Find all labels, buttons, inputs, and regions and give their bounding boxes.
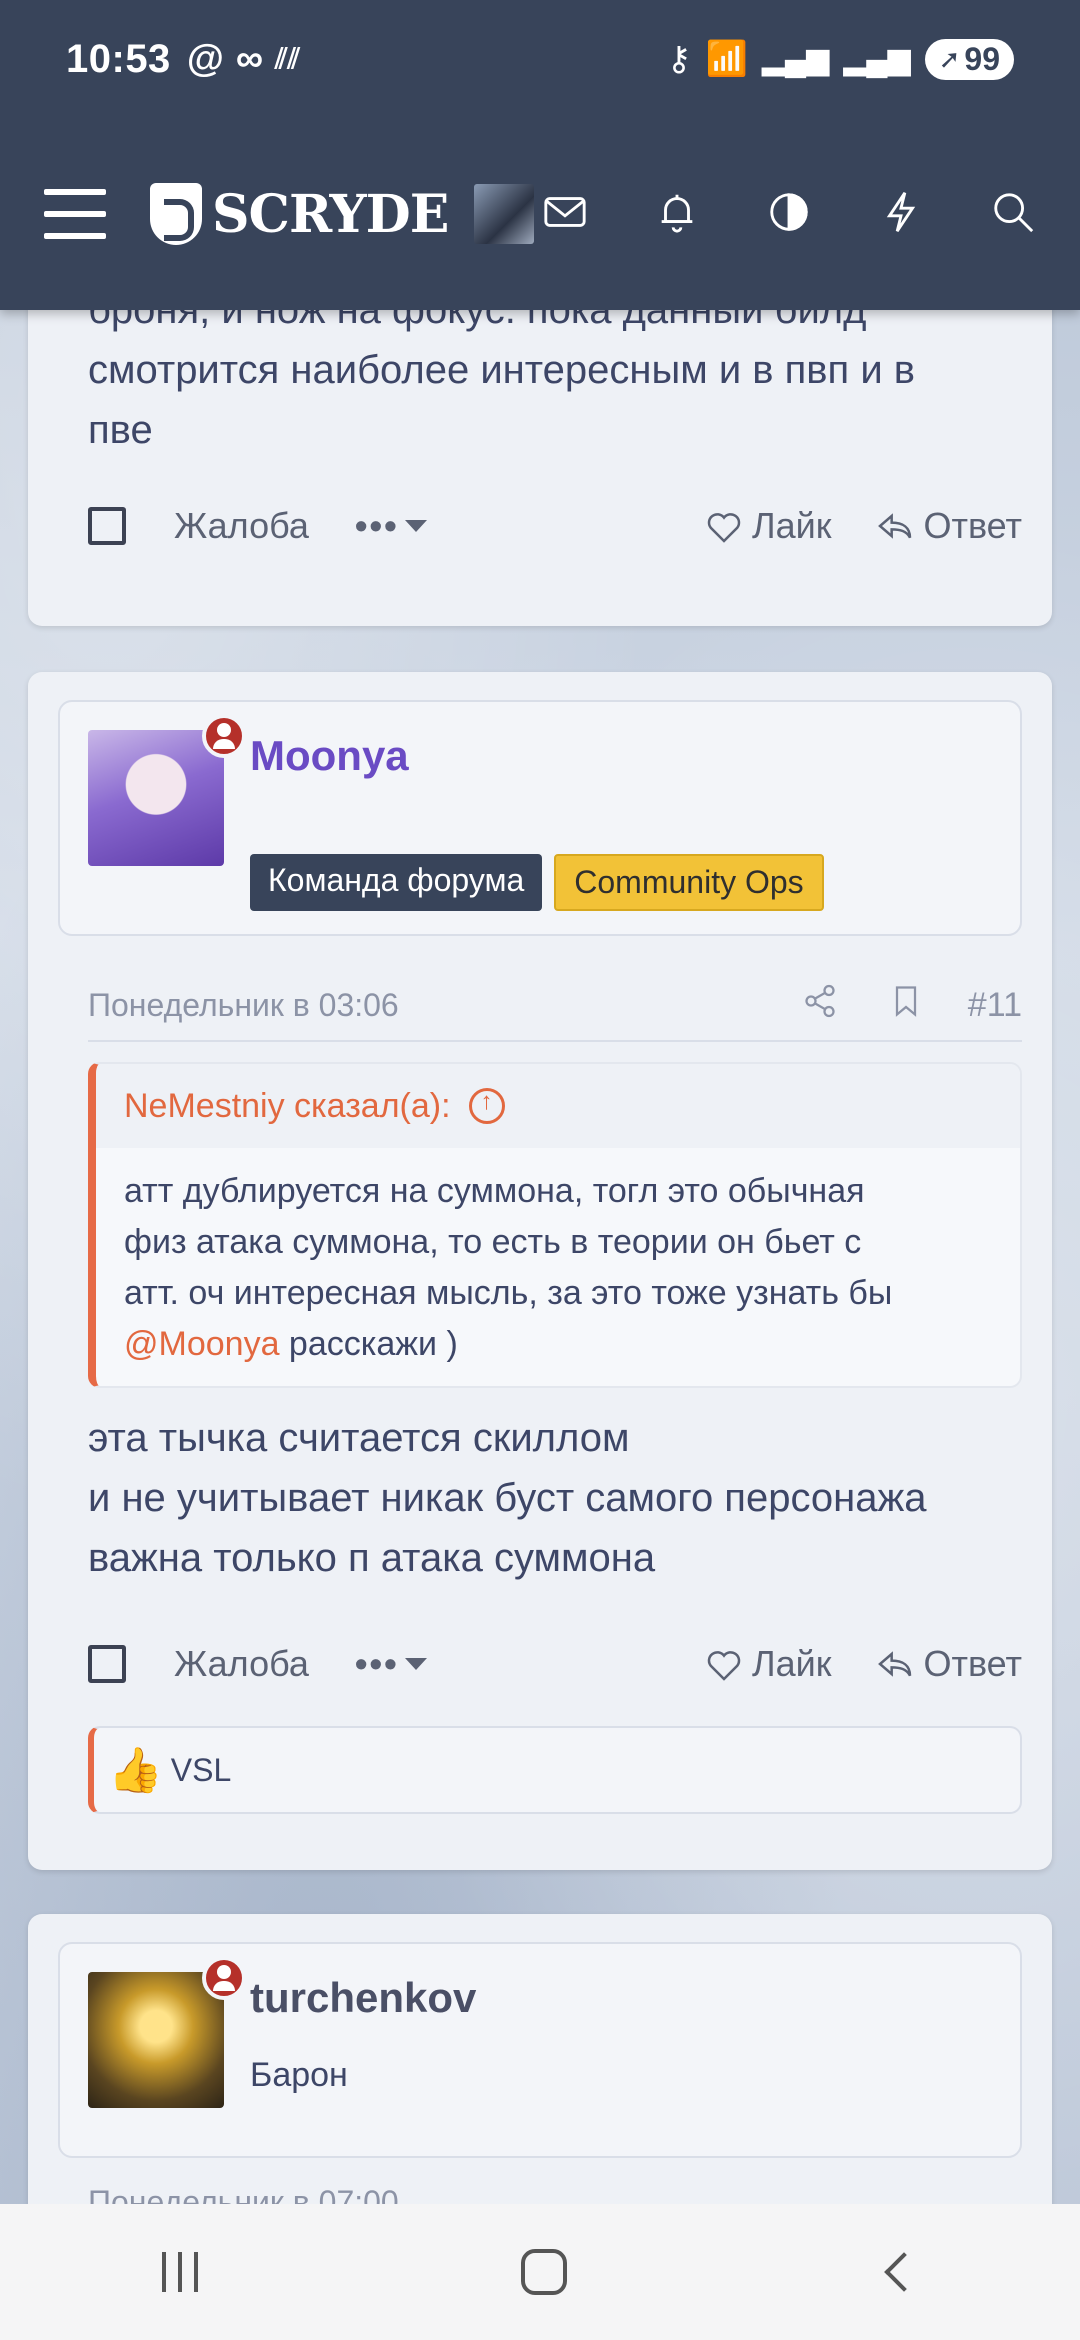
- at-icon: @: [186, 37, 224, 80]
- more-options-button[interactable]: •••: [355, 505, 427, 547]
- reply-button[interactable]: Ответ: [875, 1643, 1022, 1685]
- site-logo[interactable]: SCRYDE: [150, 183, 449, 245]
- username-link[interactable]: turchenkov: [250, 1974, 476, 2022]
- reply-icon: [878, 513, 912, 539]
- bell-icon[interactable]: [654, 189, 700, 240]
- reactions-bar[interactable]: 👍 VSL: [88, 1726, 1022, 1814]
- user-avatar-button[interactable]: [474, 184, 535, 244]
- user-info-block: turchenkov Барон: [58, 1942, 1022, 2158]
- home-icon[interactable]: [520, 2249, 567, 2295]
- post-number[interactable]: #11: [968, 986, 1022, 1025]
- recent-apps-icon[interactable]: [161, 2252, 198, 2292]
- logo-shield-icon: [150, 183, 202, 245]
- select-checkbox[interactable]: [88, 1645, 126, 1683]
- lightning-icon[interactable]: [878, 189, 924, 240]
- post-actions: Жалоба ••• Лайк Ответ: [88, 496, 1022, 556]
- reaction-user[interactable]: VSL: [171, 1752, 231, 1789]
- status-time: 10:53: [66, 36, 171, 81]
- post-message: эта тычка считается скиллом и не учитыва…: [88, 1416, 927, 1580]
- quote-block: NeMestniy сказал(а): атт дублируется на …: [88, 1062, 1022, 1388]
- user-badge-team: Команда форума: [250, 854, 543, 911]
- post-card-previous: броня, и нож на фокус. пока данный билд …: [28, 260, 1052, 626]
- report-button[interactable]: Жалоба: [174, 505, 309, 547]
- jump-to-quote-icon[interactable]: [468, 1088, 505, 1124]
- back-icon[interactable]: [884, 2252, 925, 2292]
- menu-icon[interactable]: [44, 189, 106, 239]
- signal-icon: ▂▄▆: [761, 42, 830, 76]
- quote-header[interactable]: NeMestniy сказал(а):: [96, 1064, 1020, 1148]
- more-options-button[interactable]: •••: [355, 1643, 427, 1685]
- bookmark-icon[interactable]: [888, 983, 924, 1027]
- mail-icon[interactable]: [542, 189, 588, 240]
- avatar[interactable]: [88, 1972, 224, 2108]
- mention-link[interactable]: @Moonya: [124, 1325, 279, 1363]
- share-icon[interactable]: [802, 983, 838, 1027]
- user-title: Барон: [250, 2056, 348, 2094]
- like-button[interactable]: Лайк: [704, 1643, 831, 1685]
- post-date[interactable]: Понедельник в 03:06: [88, 987, 399, 1024]
- user-info-block: Moonya Команда форума Community Ops: [58, 700, 1022, 936]
- heart-icon: [707, 513, 741, 543]
- quote-text: атт дублируется на суммона, тогл это обы…: [124, 1172, 893, 1363]
- battery-saver-icon: ➚: [938, 43, 961, 74]
- avatar[interactable]: [88, 730, 224, 866]
- post-actions: Жалоба ••• Лайк Ответ: [88, 1634, 1022, 1694]
- post-card-11: Moonya Команда форума Community Ops Поне…: [28, 672, 1052, 1870]
- status-bar: 10:53 @ ∞ ⫽⫽ ⚷ 📶 ▂▄▆ ▂▄▆ ➚ 99: [0, 0, 1080, 118]
- username-link[interactable]: Moonya: [250, 732, 409, 780]
- key-icon: ⚷: [666, 40, 692, 78]
- online-user-icon: [202, 714, 246, 758]
- wifi-icon: 📶: [705, 40, 748, 78]
- infinity-icon: ∞: [235, 37, 263, 80]
- reply-button[interactable]: Ответ: [875, 505, 1022, 547]
- online-user-icon: [202, 1956, 246, 2000]
- search-icon[interactable]: [990, 189, 1036, 240]
- caret-down-icon: [404, 1658, 427, 1670]
- user-badge-ops: Community Ops: [554, 854, 824, 911]
- thumbs-up-icon: 👍: [108, 1746, 163, 1795]
- theme-toggle-icon[interactable]: [766, 189, 812, 240]
- report-button[interactable]: Жалоба: [174, 1643, 309, 1685]
- post-meta: Понедельник в 03:06 #11: [88, 970, 1022, 1042]
- like-button[interactable]: Лайк: [704, 505, 831, 547]
- heart-icon: [707, 1651, 741, 1681]
- system-navigation-bar: [0, 2204, 1080, 2340]
- app-header: 10:53 @ ∞ ⫽⫽ ⚷ 📶 ▂▄▆ ▂▄▆ ➚ 99 SCRYDE: [0, 0, 1080, 310]
- site-navbar: SCRYDE: [0, 118, 1080, 310]
- select-checkbox[interactable]: [88, 507, 126, 545]
- reply-icon: [878, 1651, 912, 1677]
- signal-icon-2: ▂▄▆: [843, 42, 911, 76]
- quote-author[interactable]: NeMestniy сказал(а):: [124, 1087, 451, 1126]
- caret-down-icon: [404, 520, 427, 532]
- battery-indicator: ➚ 99: [924, 38, 1014, 80]
- signal-slash-icon: ⫽⫽: [274, 42, 300, 74]
